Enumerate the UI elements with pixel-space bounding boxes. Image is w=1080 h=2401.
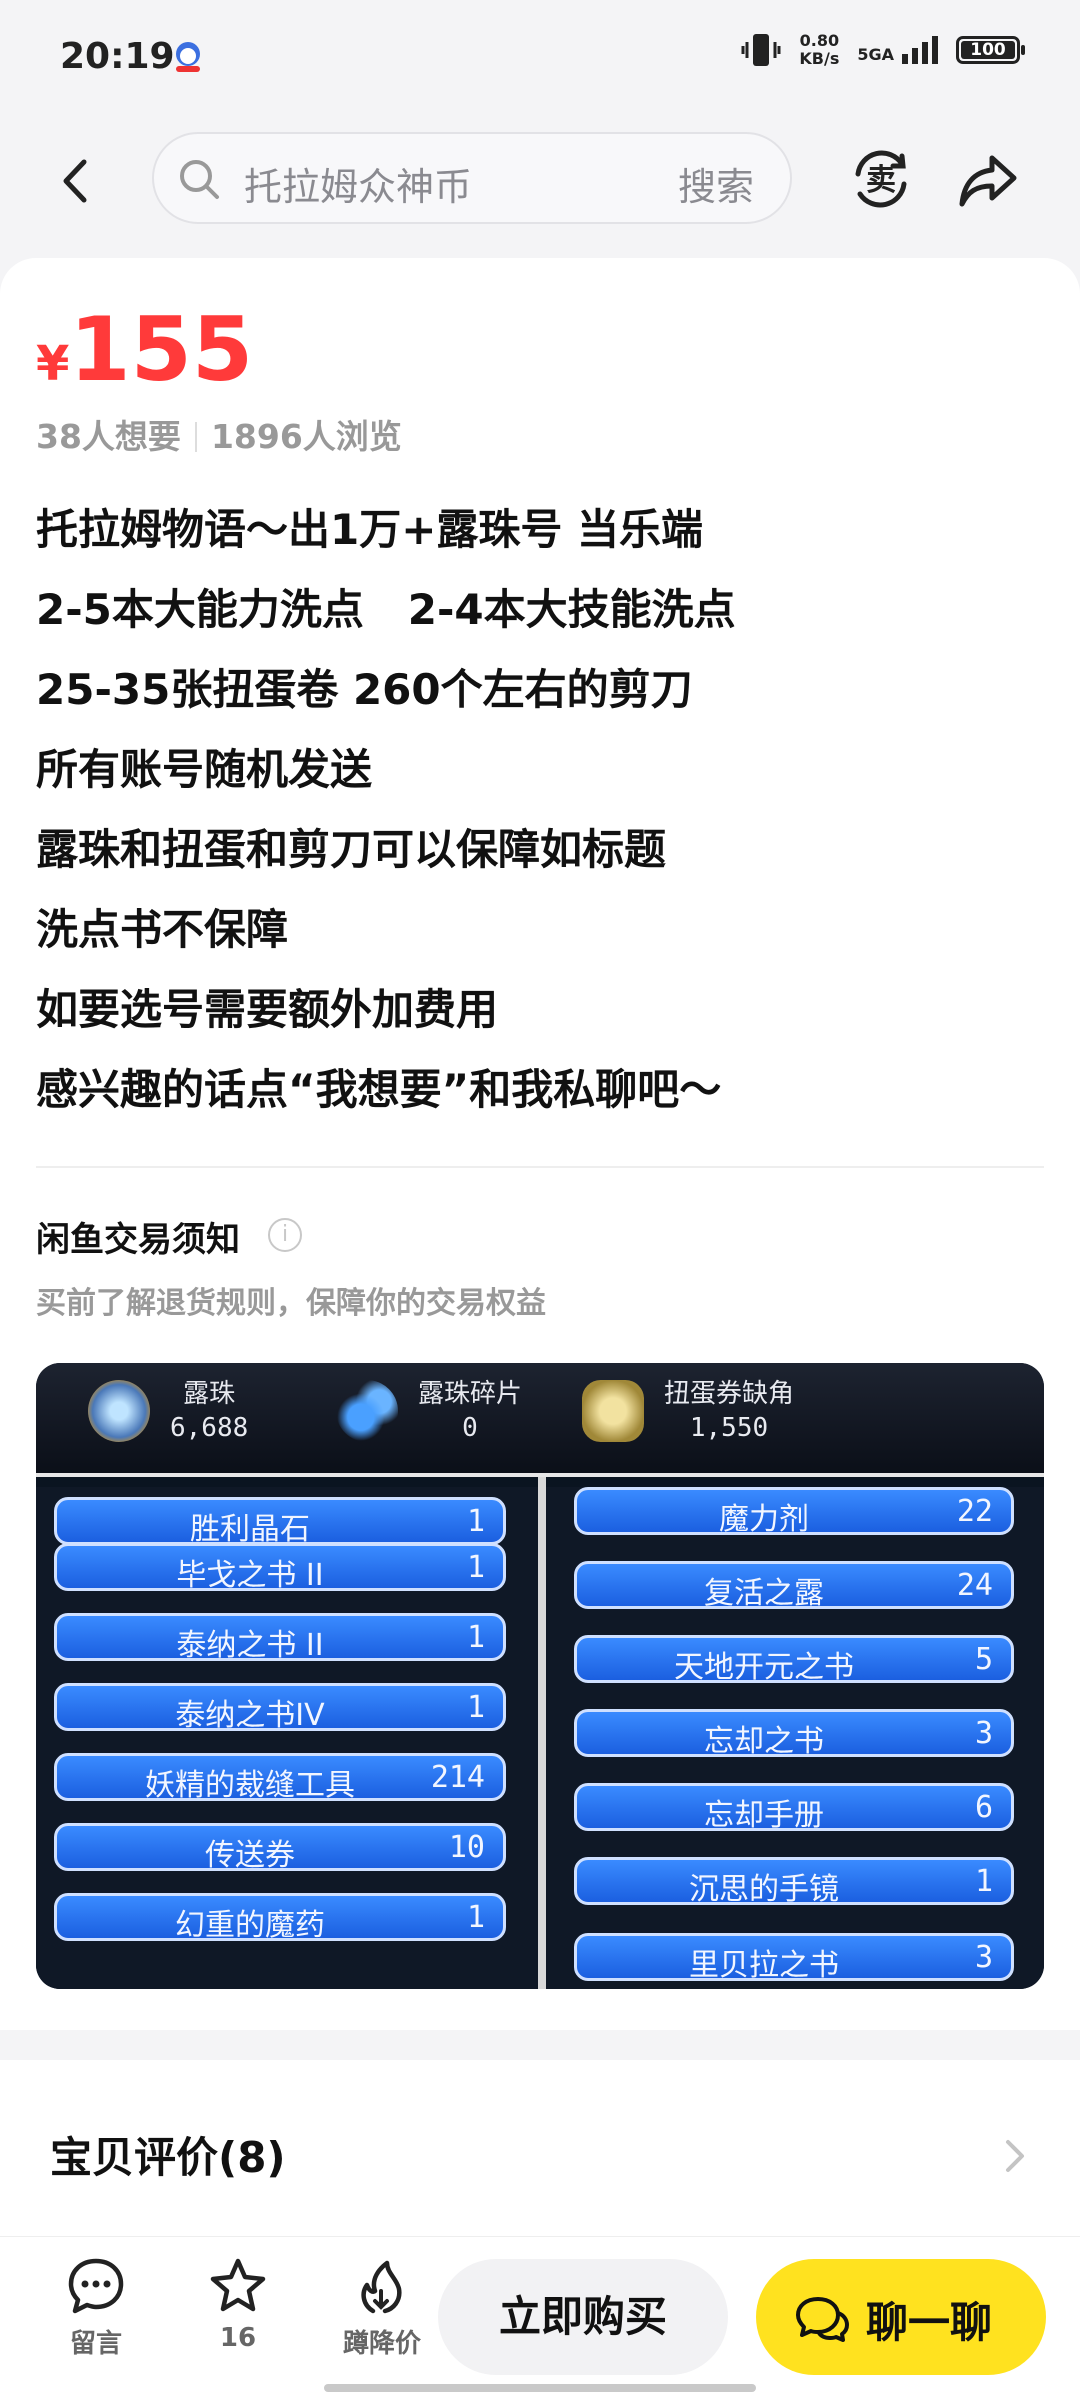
dew-orb-icon bbox=[88, 1380, 150, 1442]
net-speed: 0.80 KB/s bbox=[799, 31, 840, 68]
resource-item: 露珠碎片 0 bbox=[336, 1377, 522, 1445]
info-icon[interactable]: i bbox=[268, 1218, 302, 1252]
view-count: 1896人浏览 bbox=[210, 417, 402, 456]
comment-icon bbox=[68, 2258, 124, 2314]
search-input[interactable]: 托拉姆众神币 bbox=[244, 156, 472, 211]
inventory-item: 魔力剂 22 bbox=[574, 1487, 1014, 1537]
comment-button[interactable]: 留言 bbox=[46, 2255, 146, 2360]
inventory-item: 泰纳之书 II 1 bbox=[54, 1613, 506, 1663]
inventory-item: 幻重的魔药 1 bbox=[54, 1893, 506, 1943]
top-nav: 托拉姆众神币 搜索 卖 bbox=[0, 130, 1080, 230]
inventory-item: 里贝拉之书 3 bbox=[574, 1933, 1014, 1983]
want-count: 38人想要 bbox=[36, 417, 181, 456]
star-icon bbox=[210, 2258, 266, 2312]
vibrate-icon bbox=[741, 34, 781, 66]
sell-icon[interactable]: 卖 bbox=[846, 144, 916, 214]
back-arrow-icon[interactable] bbox=[50, 154, 104, 208]
description-line: 2-5本大能力洗点 2-4本大技能洗点 bbox=[36, 585, 736, 634]
description-line: 托拉姆物语～出1万+露珠号 当乐端 bbox=[36, 505, 704, 554]
battery-icon: 100 bbox=[956, 36, 1025, 64]
item-list-left: 胜利晶石 1 毕戈之书 II 1 泰纳之书 II 1 泰纳之书IV 1 妖精的裁缝工具 2… bbox=[36, 1487, 538, 1989]
product-description: 托拉姆物语～出1万+露珠号 当乐端 2-5本大能力洗点 2-4本大技能洗点 25… bbox=[36, 490, 1036, 1130]
gacha-ticket-icon bbox=[582, 1380, 644, 1442]
buy-now-button[interactable]: 立即购买 bbox=[438, 2259, 728, 2375]
comment-label: 留言 bbox=[69, 2329, 122, 2359]
divider bbox=[36, 1166, 1044, 1168]
chat-label: 聊一聊 bbox=[866, 2298, 993, 2347]
svg-text:卖: 卖 bbox=[866, 163, 896, 198]
price-drop-label: 蹲降价 bbox=[342, 2329, 421, 2359]
chevron-right-icon[interactable] bbox=[1000, 2136, 1030, 2176]
description-line: 洗点书不保障 bbox=[36, 905, 289, 954]
trade-notice-subtitle[interactable]: 买前了解退货规则，保障你的交易权益 bbox=[36, 1278, 546, 1322]
status-indicators: 0.80 KB/s 5GA 100 bbox=[741, 30, 1025, 70]
favorite-button[interactable]: 16 bbox=[188, 2255, 288, 2353]
inventory-item: 胜利晶石 1 bbox=[54, 1497, 506, 1547]
resource-item: 扭蛋券缺角 1,550 bbox=[582, 1377, 794, 1445]
product-card: ¥155 38人想要 1896人浏览 托拉姆物语～出1万+露珠号 当乐端 2-5本… bbox=[0, 258, 1080, 2030]
resource-item: 露珠 6,688 bbox=[88, 1377, 248, 1445]
inventory-item: 复活之露 24 bbox=[574, 1561, 1014, 1611]
description-line: 露珠和扭蛋和剪刀可以保障如标题 bbox=[36, 825, 667, 874]
status-bar: 20:19 0.80 KB/s 5GA 100 bbox=[0, 0, 1080, 115]
bottom-action-bar: 留言 16 蹲降价 立即购买 聊一聊 bbox=[0, 2236, 1080, 2401]
inventory-item: 妖精的裁缝工具 214 bbox=[54, 1753, 506, 1803]
resource-bar: 露珠 6,688 露珠碎片 0 扭蛋券缺角 1,550 bbox=[36, 1363, 1044, 1477]
price-drop-button[interactable]: 蹲降价 bbox=[332, 2255, 432, 2360]
inventory-item: 沉思的手镜 1 bbox=[574, 1857, 1014, 1907]
favorite-count: 16 bbox=[219, 2323, 257, 2353]
signal-icon: 5GA bbox=[857, 36, 938, 64]
share-icon[interactable] bbox=[956, 148, 1020, 212]
item-list-right: 魔力剂 22 复活之露 24 天地开元之书 5 忘却之书 3 忘却手册 6 沉思的手镜 1 … bbox=[546, 1487, 1044, 1989]
product-stats: 38人想要 1896人浏览 bbox=[36, 410, 402, 458]
status-time: 20:19 bbox=[60, 36, 175, 77]
chat-button[interactable]: 聊一聊 bbox=[756, 2259, 1046, 2375]
inventory-item: 传送券 10 bbox=[54, 1823, 506, 1873]
description-line: 感兴趣的话点“我想要”和我私聊吧～ bbox=[36, 1065, 722, 1114]
product-price: ¥155 bbox=[36, 298, 254, 401]
inventory-item: 泰纳之书IV 1 bbox=[54, 1683, 506, 1733]
inventory-item: 毕戈之书 II 1 bbox=[54, 1543, 506, 1593]
dew-fragment-icon bbox=[336, 1380, 398, 1442]
search-button[interactable]: 搜索 bbox=[678, 156, 754, 211]
search-icon bbox=[180, 160, 219, 199]
trade-notice-title[interactable]: 闲鱼交易须知 bbox=[36, 1212, 240, 1261]
app-notification-icon bbox=[176, 42, 200, 72]
inventory-item: 忘却手册 6 bbox=[574, 1783, 1014, 1833]
chat-icon bbox=[796, 2297, 849, 2342]
product-image[interactable]: 露珠 6,688 露珠碎片 0 扭蛋券缺角 1,550 胜利晶石 1 毕戈之书 II 1 … bbox=[36, 1363, 1044, 1989]
search-bar[interactable]: 托拉姆众神币 搜索 bbox=[152, 132, 792, 224]
description-line: 如要选号需要额外加费用 bbox=[36, 985, 499, 1034]
reviews-section[interactable]: 宝贝评价(8) bbox=[0, 2060, 1080, 2250]
home-indicator[interactable] bbox=[324, 2384, 756, 2392]
reviews-title[interactable]: 宝贝评价(8) bbox=[50, 2124, 286, 2185]
description-line: 25-35张扭蛋卷 260个左右的剪刀 bbox=[36, 665, 693, 714]
price-drop-icon bbox=[361, 2260, 402, 2314]
description-line: 所有账号随机发送 bbox=[36, 745, 373, 794]
inventory-item: 天地开元之书 5 bbox=[574, 1635, 1014, 1685]
inventory-item: 忘却之书 3 bbox=[574, 1709, 1014, 1759]
